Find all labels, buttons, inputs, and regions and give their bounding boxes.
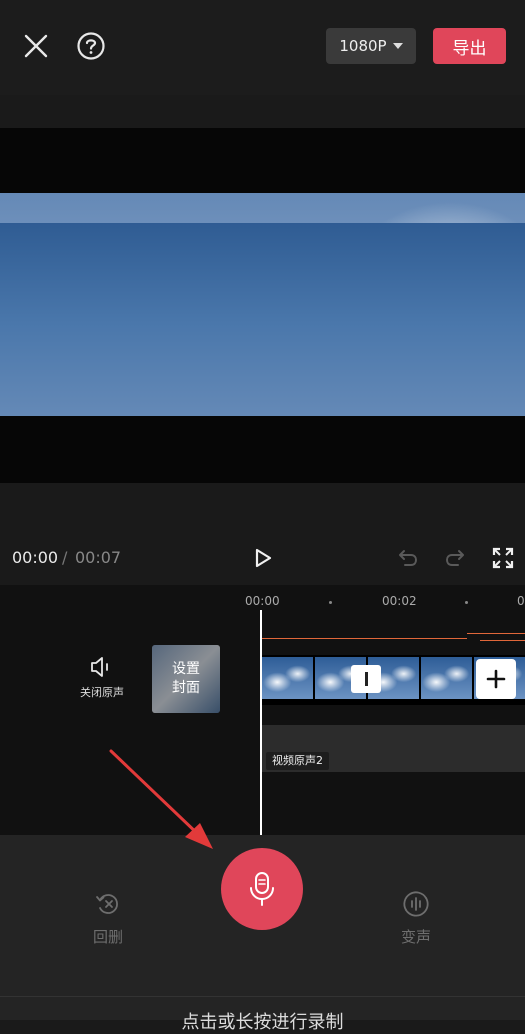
close-icon[interactable] — [18, 28, 54, 64]
voice-change-label[interactable]: 变声 — [386, 926, 446, 947]
clip-thumbnail — [262, 657, 313, 699]
fullscreen-icon[interactable] — [485, 540, 521, 576]
play-icon[interactable] — [245, 540, 281, 576]
ruler-tick-label-partial: 0 — [517, 594, 525, 608]
set-cover-button[interactable]: 设置 封面 — [152, 645, 220, 713]
delete-back-label[interactable]: 回删 — [78, 926, 138, 947]
delete-back-icon[interactable] — [95, 891, 121, 917]
cover-label-line2: 封面 — [172, 680, 200, 696]
audio-marker-line — [262, 638, 467, 639]
plus-icon — [486, 669, 506, 689]
help-icon[interactable] — [73, 28, 109, 64]
transition-button[interactable] — [351, 665, 381, 693]
resolution-dropdown[interactable]: 1080P — [326, 28, 416, 64]
undo-icon[interactable] — [390, 540, 426, 576]
mute-original-label[interactable]: 关闭原声 — [72, 684, 132, 700]
record-hint: 点击或长按进行录制 — [181, 1012, 344, 1033]
current-time: 00:00 — [12, 548, 59, 567]
audio-marker-line — [467, 633, 525, 634]
ruler-dot — [329, 601, 332, 604]
time-separator: / — [62, 548, 68, 567]
clip-thumbnail — [421, 657, 472, 699]
annotation-arrow-icon — [109, 749, 213, 849]
resolution-value: 1080P — [339, 37, 387, 55]
total-time: 00:07 — [75, 548, 122, 567]
audio-track-label: 视频原声2 — [266, 752, 329, 770]
ruler-dot — [465, 601, 468, 604]
panel-divider — [0, 996, 525, 997]
microphone-icon — [250, 872, 274, 906]
record-button[interactable] — [221, 848, 303, 930]
video-frame[interactable] — [0, 193, 525, 416]
timeline[interactable] — [0, 585, 525, 835]
cover-label-line1: 设置 — [172, 661, 200, 677]
ruler-tick-label: 00:00 — [245, 594, 280, 608]
split-icon — [364, 672, 368, 686]
audio-marker-line — [480, 640, 525, 641]
ruler-tick-label: 00:02 — [382, 594, 417, 608]
redo-icon[interactable] — [437, 540, 473, 576]
voice-change-icon[interactable] — [401, 890, 431, 918]
export-button[interactable]: 导出 — [433, 28, 506, 64]
add-clip-button[interactable] — [476, 659, 516, 699]
playhead[interactable] — [260, 610, 262, 835]
speaker-icon[interactable] — [88, 655, 116, 679]
chevron-down-icon — [392, 43, 403, 49]
